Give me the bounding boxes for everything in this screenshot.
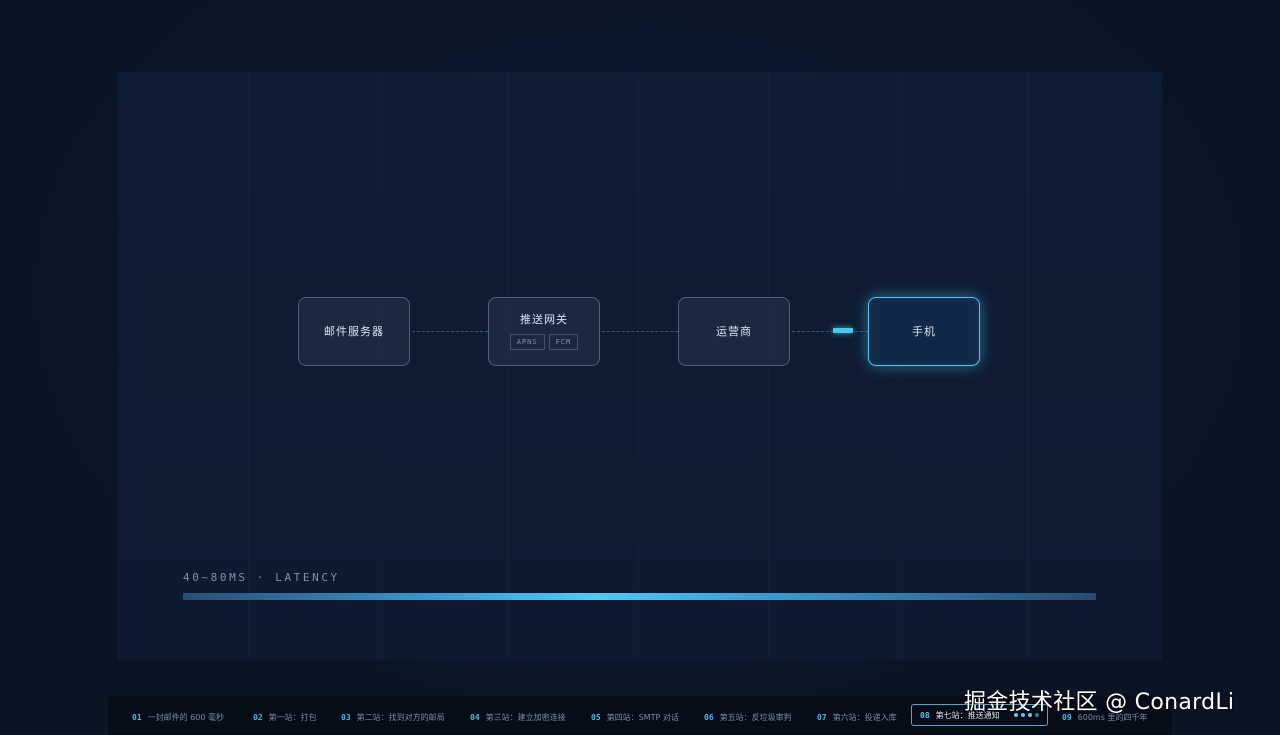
- nav-label: 第二站：找到对方的邮局: [356, 712, 445, 722]
- node-label: 邮件服务器: [324, 324, 384, 338]
- connector-mail-gateway: [412, 331, 488, 332]
- protocol-chips: APNS FCM: [509, 334, 579, 350]
- node-mail-server: 邮件服务器: [298, 297, 410, 366]
- latency-bar: [183, 593, 1096, 600]
- nav-number: 04: [470, 712, 480, 722]
- nav-label: 第一站：打包: [268, 712, 317, 722]
- nav-item-07[interactable]: 07 第六站：投递入库: [817, 711, 897, 723]
- nav-number: 07: [817, 712, 827, 722]
- nav-label: 第四站：SMTP 对话: [606, 712, 679, 722]
- grid-line: [1028, 73, 1029, 660]
- nav-number: 01: [132, 712, 142, 722]
- nav-item-01[interactable]: 01 一封邮件的 600 毫秒: [132, 711, 224, 723]
- nav-item-02[interactable]: 02 第一站：打包: [253, 711, 317, 723]
- nav-label: 第六站：投递入库: [832, 712, 897, 722]
- latency-label: 40~80MS · LATENCY: [183, 571, 340, 584]
- node-phone: 手机: [868, 297, 980, 366]
- connector-carrier-phone: [792, 331, 868, 332]
- nav-item-06[interactable]: 06 第五站：反垃圾审判: [704, 711, 792, 723]
- grid-line: [638, 73, 639, 660]
- node-label: 手机: [912, 324, 936, 338]
- grid-line: [768, 73, 769, 660]
- nav-item-03[interactable]: 03 第二站：找到对方的邮局: [341, 711, 445, 723]
- node-push-gateway: 推送网关 APNS FCM: [488, 297, 600, 366]
- node-label: 运营商: [716, 324, 752, 338]
- grid-line: [378, 73, 379, 660]
- nav-number: 08: [920, 710, 930, 720]
- packet-indicator: [833, 328, 853, 333]
- grid-line: [508, 73, 509, 660]
- chip-apns: APNS: [509, 334, 545, 350]
- connector-gateway-carrier: [602, 331, 678, 332]
- nav-label: 第五站：反垃圾审判: [719, 712, 792, 722]
- nav-number: 03: [341, 712, 351, 722]
- grid-line: [898, 73, 899, 660]
- node-label: 推送网关: [520, 313, 568, 326]
- slide-canvas: 邮件服务器 推送网关 APNS FCM 运营商 手机 40~80MS · LAT…: [118, 73, 1161, 660]
- nav-number: 02: [253, 712, 263, 722]
- nav-item-04[interactable]: 04 第三站：建立加密连接: [470, 711, 566, 723]
- node-carrier: 运营商: [678, 297, 790, 366]
- watermark: 掘金技术社区 @ ConardLi: [964, 690, 1235, 715]
- chip-fcm: FCM: [548, 334, 579, 350]
- nav-label: 第三站：建立加密连接: [485, 712, 566, 722]
- nav-number: 06: [704, 712, 714, 722]
- nav-item-05[interactable]: 05 第四站：SMTP 对话: [591, 711, 679, 723]
- nav-number: 05: [591, 712, 601, 722]
- nav-label: 一封邮件的 600 毫秒: [147, 712, 224, 722]
